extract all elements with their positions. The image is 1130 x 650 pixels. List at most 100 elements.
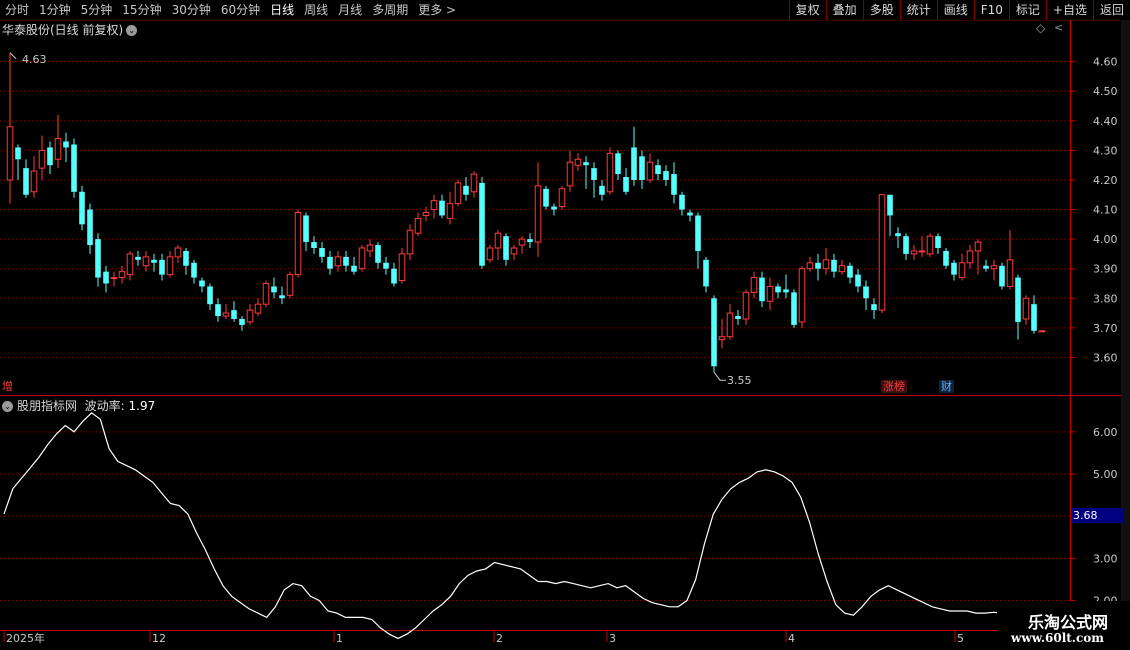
candle-body-down (999, 265, 1005, 287)
candle-body-down (311, 242, 317, 248)
candle-body-up (38, 149, 46, 169)
volatility-line (3, 412, 1047, 640)
candle-body-up (910, 250, 918, 255)
candle-body-up (430, 200, 438, 211)
candle-body-up (334, 256, 342, 267)
candle-body-down (271, 286, 277, 293)
candle-body-up (1038, 330, 1046, 333)
candle-body-down (983, 265, 989, 269)
candle-body-up (926, 235, 934, 255)
candle-body-down (135, 256, 141, 260)
candle-body-down (775, 286, 781, 293)
stock-title[interactable]: 华泰股份(日线 前复权) ⌄ (2, 21, 138, 38)
diamond-icon[interactable]: ◇ (1036, 21, 1045, 35)
candle-body-down (591, 168, 597, 180)
chevron-down-icon[interactable]: ⌄ (2, 401, 13, 412)
chevron-down-icon[interactable]: ⌄ (126, 25, 138, 36)
candle-body-down (527, 239, 533, 243)
time-tick-label: 5 (957, 632, 964, 645)
candle-body-down (303, 215, 309, 243)
candle-body-down (679, 194, 685, 210)
candle-body-up (110, 277, 118, 280)
candle-body-up (510, 247, 518, 255)
candle-body-down (327, 256, 333, 269)
candle-body-up (294, 212, 302, 276)
price-tick-label: 4.60 (1093, 56, 1118, 69)
candle-body-up (918, 250, 926, 253)
candle-body-down (711, 298, 717, 367)
candle-body-up (246, 309, 254, 323)
candle-body-up (54, 138, 62, 160)
candle-body-down (551, 206, 557, 210)
candle-body-up (262, 282, 270, 305)
candle-body-down (895, 233, 901, 237)
tag-zhangbang[interactable]: 涨榜 (881, 380, 907, 393)
series-label: 波动率: (84, 399, 125, 413)
candle-body-down (375, 245, 381, 263)
candle-body-up (558, 188, 566, 208)
candle-body-up (518, 238, 526, 246)
candle-body-up (6, 126, 14, 181)
candle-body-down (631, 147, 637, 180)
indicator-title[interactable]: ⌄ 股朋指标网 波动率: 1.97 (2, 397, 155, 414)
candle-body-down (791, 292, 797, 325)
candle-body-up (798, 268, 806, 323)
candle-body-down (615, 153, 621, 175)
candle-body-down (463, 185, 469, 195)
indicator-tick-label: 5.00 (1093, 468, 1118, 481)
candle-body-down (87, 209, 93, 246)
candle-body-down (703, 259, 709, 287)
time-tick-label: 2 (496, 632, 503, 645)
indicator-name: 股朋指标网 (17, 399, 78, 413)
candle-body-up (174, 247, 182, 258)
time-tick-label: 4 (788, 632, 795, 645)
candle-body-up (822, 259, 830, 270)
candle-body-up (726, 312, 734, 338)
candle-body-down (351, 265, 357, 272)
candle-body-down (943, 250, 949, 266)
candle-body-down (191, 262, 197, 278)
candle-body-up (446, 203, 454, 219)
candle-body-down (231, 310, 237, 319)
chevron-left-icon[interactable]: < (1054, 21, 1063, 34)
candle-body-up (366, 244, 374, 252)
right-scroll-strip (1121, 20, 1130, 630)
indicator-tick-label: 3.00 (1093, 552, 1118, 565)
candle-body-down (95, 239, 101, 278)
kline-chart[interactable]: 4.60 4.50 4.40 4.30 4.20 4.10 4.00 3.90 3.80 3.70… (0, 0, 1130, 650)
candle-body-down (655, 165, 661, 175)
candle-body-down (479, 182, 485, 266)
candle-body-down (903, 236, 909, 254)
candle-body-down (887, 194, 893, 216)
candle-body-down (215, 304, 221, 317)
candle-body-down (391, 268, 397, 284)
candle-body-up (606, 152, 614, 193)
candle-body-down (343, 256, 349, 266)
price-tick-label: 3.80 (1093, 292, 1118, 305)
candle-body-down (623, 177, 629, 192)
tag-cai[interactable]: 财 (939, 380, 954, 393)
candle-body-down (151, 259, 157, 263)
candle-body-up (806, 262, 814, 270)
candle-body-down (1031, 304, 1037, 331)
indicator-tick-label: 6.00 (1093, 426, 1118, 439)
price-tick-label: 4.40 (1093, 115, 1118, 128)
watermark: 乐淘公式网 www.60lt.com (997, 601, 1130, 650)
candle-body-down (935, 236, 941, 248)
candle-body-up (566, 161, 574, 187)
price-tick-label: 4.10 (1093, 204, 1118, 217)
time-tick-label: 3 (609, 632, 616, 645)
candle-body-down (831, 259, 837, 272)
candle-body-down (383, 262, 389, 269)
candle-body-up (742, 291, 750, 320)
candle-body-down (63, 141, 69, 148)
candle-body-up (142, 256, 150, 267)
candle-body-up (838, 265, 846, 273)
candle-body-down (319, 247, 325, 257)
candle-body-up (494, 232, 502, 249)
candle-body-down (207, 286, 213, 305)
candle-body-down (863, 286, 869, 299)
candle-body-up (486, 247, 494, 261)
candle-body-up (422, 212, 430, 216)
candle-body-up (646, 161, 654, 181)
